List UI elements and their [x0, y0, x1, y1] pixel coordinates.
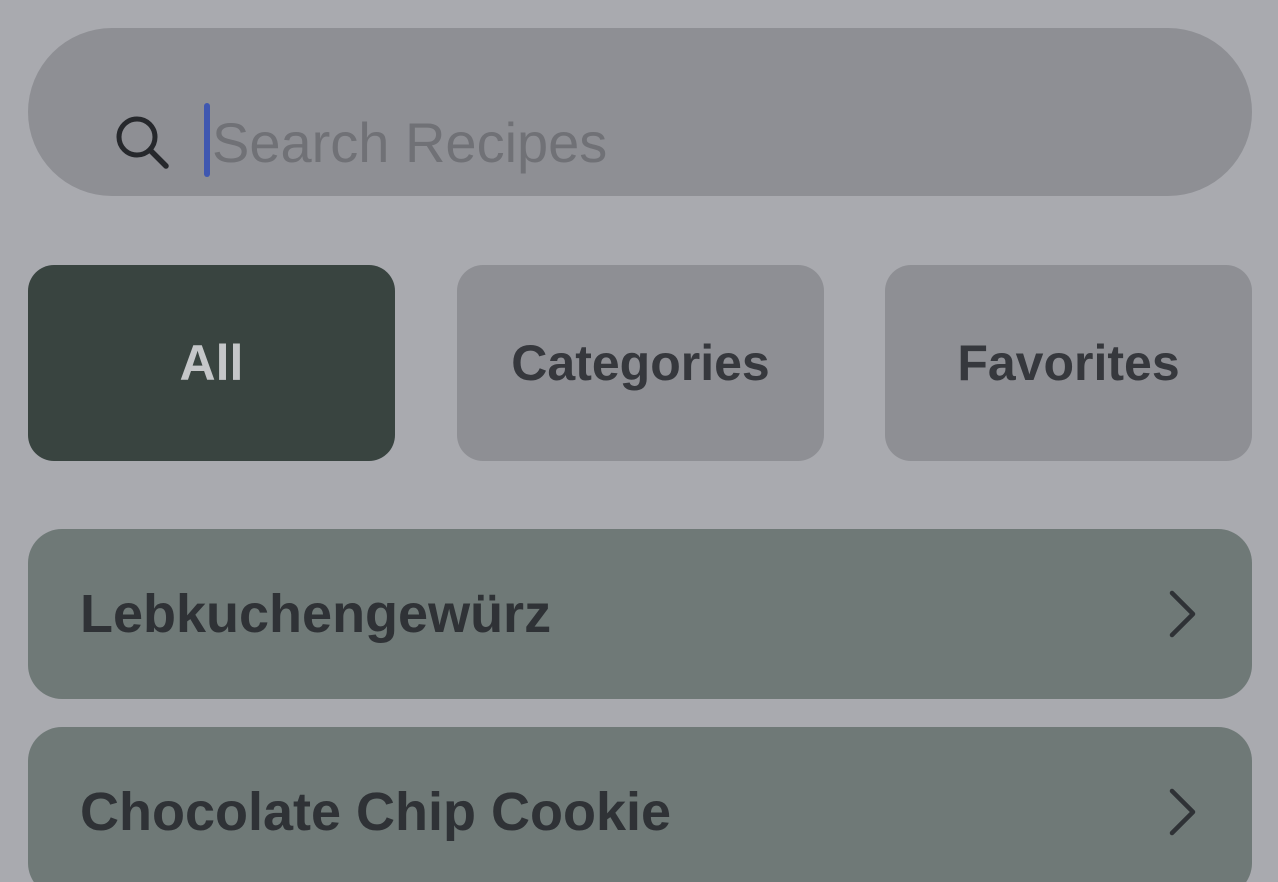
- segment-favorites[interactable]: Favorites: [885, 265, 1252, 461]
- recipe-title: Chocolate Chip Cookie: [80, 782, 672, 842]
- recipe-title: Lebkuchengewürz: [80, 584, 552, 644]
- recipe-row-chocolate-chip-cookie[interactable]: Chocolate Chip Cookie: [28, 727, 1252, 882]
- search-icon: [112, 112, 172, 172]
- chevron-right-icon: [1166, 589, 1198, 639]
- segment-categories[interactable]: Categories: [457, 265, 824, 461]
- segment-all-label: All: [179, 335, 244, 391]
- text-cursor: [204, 103, 210, 177]
- segment-favorites-label: Favorites: [957, 335, 1180, 391]
- search-bar[interactable]: [28, 28, 1252, 196]
- segment-categories-label: Categories: [511, 335, 770, 391]
- segment-all[interactable]: All: [28, 265, 395, 461]
- chevron-right-icon: [1166, 787, 1198, 837]
- recipe-row-lebkuchengewuerz[interactable]: Lebkuchengewürz: [28, 529, 1252, 699]
- recipe-list-screen: All Categories Favorites Lebkuchengewürz…: [0, 0, 1278, 882]
- search-input[interactable]: [212, 98, 1212, 186]
